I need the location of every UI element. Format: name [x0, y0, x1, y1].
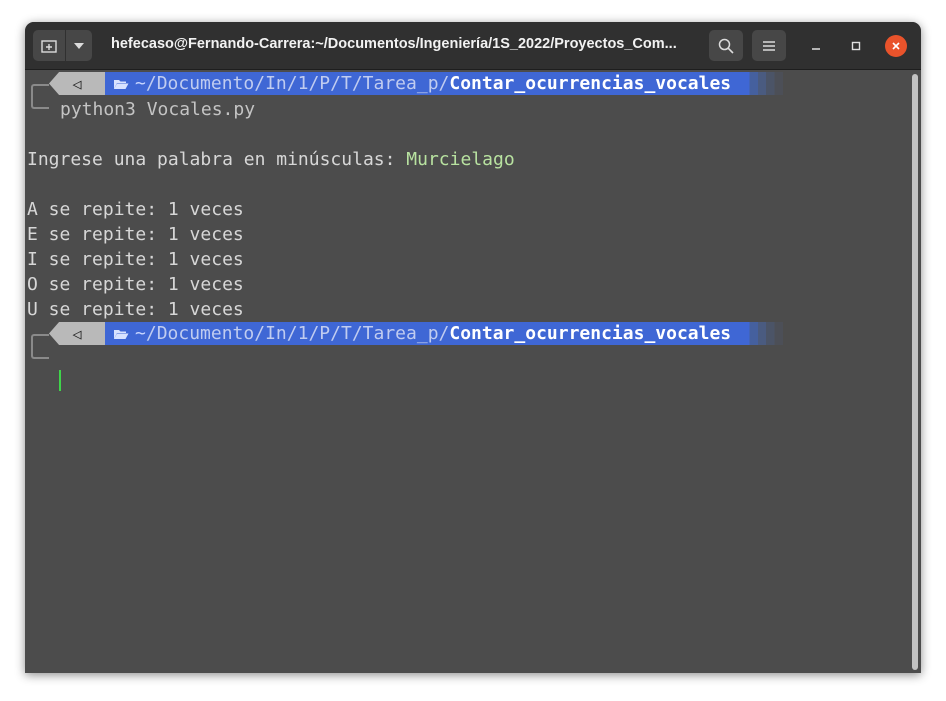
- minimize-button[interactable]: [804, 34, 828, 58]
- maximize-button[interactable]: [844, 34, 868, 58]
- result-line: U se repite: 1 veces: [27, 299, 244, 320]
- prompt-bar: ◁ ~ / Documento / In/1/P / T / Tarea_p / Contar_oc…: [49, 322, 784, 345]
- result-line: A se repite: 1 veces: [27, 199, 244, 220]
- terminal-output[interactable]: ◁ ~ / Documento / In/1/P / T / Tarea_p / Contar_oc…: [25, 70, 921, 673]
- prompt-path: ~ / Documento / In/1/P / T / Tarea_p / Contar_ocur…: [105, 322, 742, 345]
- result-line: O se repite: 1 veces: [27, 274, 244, 295]
- search-button[interactable]: [709, 30, 743, 61]
- hamburger-menu-icon: [763, 40, 775, 51]
- new-tab-icon: [41, 39, 57, 53]
- prompt-bar: ◁ ~ / Documento / In/1/P / T / Tarea_p / Contar_oc…: [49, 72, 784, 95]
- prompt-path: ~ / Documento / In/1/P / T / Tarea_p / Contar_ocur…: [105, 72, 742, 95]
- ubuntu-logo-icon: ◁: [49, 322, 105, 345]
- text-cursor: [59, 370, 61, 391]
- result-line: E se repite: 1 veces: [27, 224, 244, 245]
- result-line: I se repite: 1 veces: [27, 249, 244, 270]
- terminal-window: hefecaso@Fernando-Carrera:~/Documentos/I…: [25, 22, 921, 673]
- prompt-bracket-bottom: [31, 99, 49, 109]
- title-bar: hefecaso@Fernando-Carrera:~/Documentos/I…: [25, 22, 921, 70]
- minimize-icon: [812, 48, 820, 50]
- maximize-icon: [851, 41, 861, 51]
- folder-open-icon: [114, 329, 129, 339]
- new-tab-dropdown-button[interactable]: [66, 30, 92, 61]
- menu-button[interactable]: [752, 30, 786, 61]
- prompt-fade: [741, 322, 784, 345]
- prompt-fade: [741, 72, 784, 95]
- input-line: Ingrese una palabra en minúsculas: Murci…: [27, 147, 515, 172]
- new-tab-button[interactable]: [33, 30, 65, 61]
- scrollbar[interactable]: [912, 74, 918, 670]
- ubuntu-logo-icon: ◁: [49, 72, 105, 95]
- command-line: python3 Vocales.py: [60, 99, 256, 120]
- chevron-down-icon: [74, 42, 84, 49]
- close-icon: [892, 42, 900, 50]
- input-value: Murcielago: [406, 149, 515, 170]
- search-icon: [718, 38, 734, 54]
- window-title: hefecaso@Fernando-Carrera:~/Documentos/I…: [111, 36, 677, 52]
- folder-open-icon: [114, 79, 129, 89]
- close-button[interactable]: [885, 35, 907, 57]
- input-prompt: Ingrese una palabra en minúsculas:: [27, 149, 407, 170]
- prompt-bracket-bottom: [31, 349, 49, 359]
